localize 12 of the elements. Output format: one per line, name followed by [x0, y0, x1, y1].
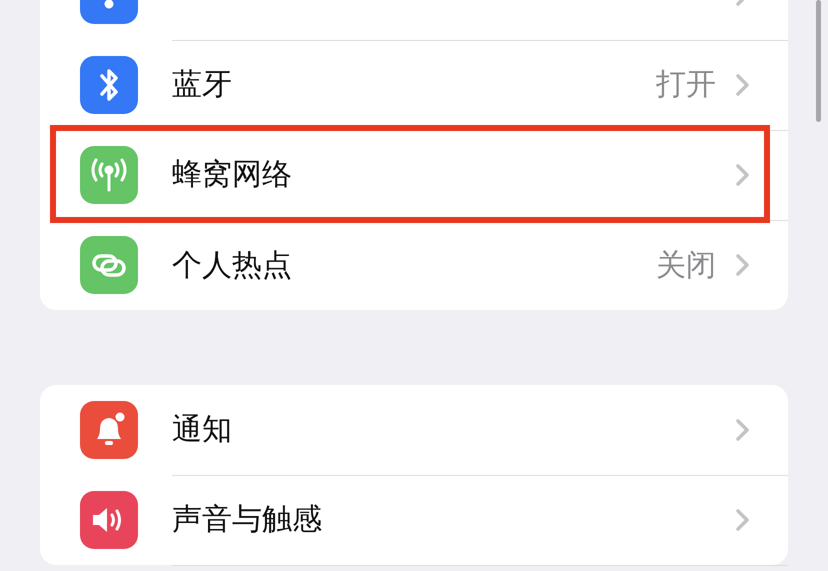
chevron-icon — [736, 254, 750, 276]
chevron-icon — [736, 74, 750, 96]
setting-label[interactable]: 蜂窝网络 — [172, 154, 292, 195]
chevron-icon — [736, 418, 750, 440]
setting-value: 关闭 — [656, 246, 716, 284]
setting-value: 打开 — [656, 66, 716, 104]
setting-label[interactable]: 个人热点 — [172, 244, 292, 286]
setting-label[interactable]: 通知 — [172, 409, 232, 450]
setting-label[interactable]: 声音与触感 — [172, 499, 322, 540]
chevron-icon — [736, 508, 750, 530]
chevron-icon — [736, 164, 750, 186]
setting-label[interactable]: 蓝牙 — [172, 64, 232, 105]
